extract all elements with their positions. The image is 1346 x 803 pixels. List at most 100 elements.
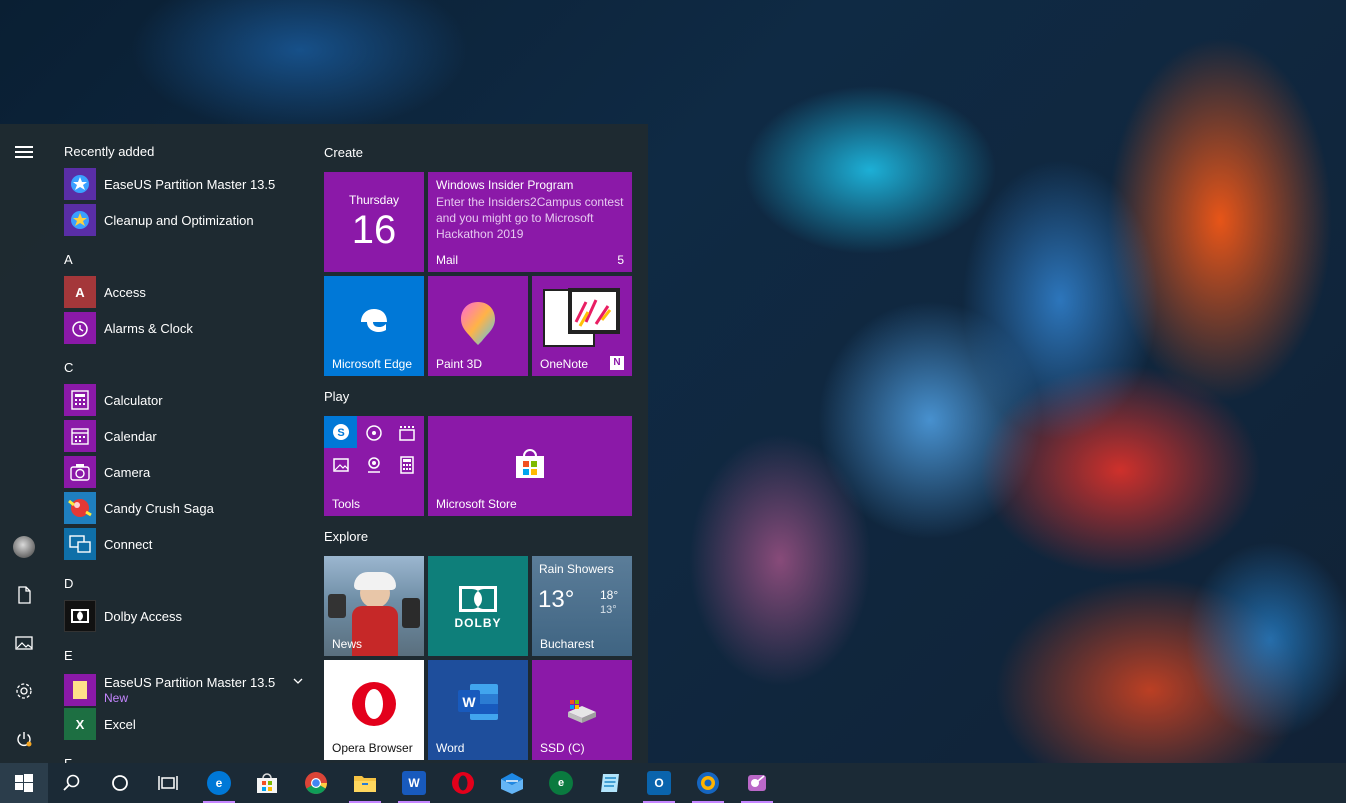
app-item-access[interactable]: A Access: [64, 275, 304, 309]
tile-label: Mail: [436, 253, 459, 267]
onenote-tile[interactable]: OneNote N: [532, 276, 632, 376]
snip-icon: [748, 775, 766, 791]
taskbar-snipping[interactable]: [733, 763, 781, 803]
cortana-button[interactable]: [96, 763, 144, 803]
onenote-preview-icon: [543, 288, 620, 347]
groove-icon: [366, 425, 382, 441]
tools-tile[interactable]: S Tools: [324, 416, 424, 516]
section-letter-e[interactable]: E: [64, 648, 73, 663]
mail-count-badge: 5: [617, 253, 624, 267]
dolby-tile[interactable]: DOLBY: [428, 556, 528, 656]
group-title-create[interactable]: Create: [324, 145, 363, 160]
taskbar-store[interactable]: [243, 763, 291, 803]
expand-menu-button[interactable]: [0, 130, 48, 174]
paint3d-icon: [461, 302, 495, 345]
calendar-tile[interactable]: Thursday 16: [324, 172, 424, 272]
mail-tile[interactable]: Windows Insider Program Enter the Inside…: [428, 172, 632, 272]
opera-icon: [352, 682, 396, 726]
section-letter-d[interactable]: D: [64, 576, 73, 591]
app-label: EaseUS Partition Master 13.5: [104, 675, 276, 690]
group-title-play[interactable]: Play: [324, 389, 349, 404]
gear-icon: [16, 683, 32, 699]
task-view-icon: [158, 776, 178, 790]
word-tile[interactable]: W Word: [428, 660, 528, 760]
taskbar-edge[interactable]: e: [195, 763, 243, 803]
taskbar-file-explorer[interactable]: [341, 763, 389, 803]
user-account-button[interactable]: [0, 525, 48, 569]
chevron-down-icon[interactable]: [292, 677, 304, 685]
app-item-connect[interactable]: Connect: [64, 527, 304, 561]
word-icon: W: [402, 771, 426, 795]
recently-added-header: Recently added: [64, 144, 155, 159]
app-item-excel[interactable]: X Excel: [64, 707, 304, 741]
folder-icon: [64, 674, 96, 706]
tile-label: News: [332, 637, 363, 651]
power-button[interactable]: [0, 717, 48, 761]
app-item-candy-crush[interactable]: Candy Crush Saga: [64, 491, 304, 525]
store-bag-icon: [516, 449, 544, 478]
app-item-easeus-folder[interactable]: EaseUS Partition Master 13.5 New: [64, 671, 304, 709]
app-item-easeus-recent[interactable]: EaseUS Partition Master 13.5: [64, 167, 304, 201]
tile-label: Word: [436, 741, 465, 755]
pictures-icon: [15, 636, 33, 650]
taskbar-edge-dev[interactable]: e: [537, 763, 585, 803]
section-letter-f[interactable]: F: [64, 756, 72, 763]
start-button[interactable]: [0, 763, 48, 803]
dolby-logo-icon: [459, 586, 497, 612]
news-photo-hair: [354, 572, 396, 590]
app-list[interactable]: Recently added EaseUS Partition Master 1…: [48, 124, 312, 763]
svg-text:W: W: [462, 694, 476, 710]
taskbar-opera[interactable]: [439, 763, 487, 803]
task-view-button[interactable]: [144, 763, 192, 803]
start-menu: Recently added EaseUS Partition Master 1…: [0, 124, 648, 763]
app-label: Calculator: [104, 392, 163, 408]
app-label: Dolby Access: [104, 608, 183, 624]
taskbar-notes[interactable]: [586, 763, 634, 803]
app-label: Alarms & Clock: [104, 320, 193, 336]
taskbar-mail-app[interactable]: [488, 763, 536, 803]
taskbar-outlook[interactable]: O: [635, 763, 683, 803]
taskbar: e W e O: [0, 763, 1346, 803]
edge-dev-icon: e: [549, 771, 573, 795]
app-item-dolby-access[interactable]: Dolby Access: [64, 599, 304, 633]
settings-button[interactable]: [0, 669, 48, 713]
tile-label: Bucharest: [540, 637, 595, 651]
edge-tile[interactable]: Microsoft Edge: [324, 276, 424, 376]
app-item-alarms[interactable]: Alarms & Clock: [64, 311, 304, 345]
tile-label: Opera Browser: [332, 741, 413, 755]
app-item-cleanup[interactable]: Cleanup and Optimization: [64, 203, 304, 237]
folder-icon: [354, 776, 376, 792]
calculator-icon: [64, 384, 96, 416]
search-button[interactable]: [48, 763, 96, 803]
tile-label: Tools: [332, 497, 361, 511]
tile-label: Microsoft Store: [436, 497, 517, 511]
news-photo-mic: [402, 598, 420, 628]
opera-tile[interactable]: Opera Browser: [324, 660, 424, 760]
taskbar-cam-app[interactable]: [684, 763, 732, 803]
candy-crush-icon: [64, 492, 96, 524]
paint3d-tile[interactable]: Paint 3D: [428, 276, 528, 376]
dolby-wordmark: DOLBY: [454, 616, 502, 630]
store-bag-icon: [257, 773, 277, 793]
taskbar-word[interactable]: W: [390, 763, 438, 803]
taskbar-chrome[interactable]: [292, 763, 340, 803]
svg-text:S: S: [337, 427, 344, 439]
store-tile[interactable]: Microsoft Store: [428, 416, 632, 516]
weather-tile[interactable]: Rain Showers 13° 18° 13° Bucharest: [532, 556, 632, 656]
inbox-tray-icon: [501, 773, 523, 794]
power-icon: [17, 732, 32, 747]
word-icon: W: [458, 684, 498, 720]
weather-high: 18°: [600, 588, 619, 602]
new-badge: New: [104, 691, 129, 705]
mail-title: Windows Insider Program: [436, 178, 574, 192]
app-item-calendar[interactable]: Calendar: [64, 419, 304, 453]
pictures-button[interactable]: [0, 621, 48, 665]
app-item-camera[interactable]: Camera: [64, 455, 304, 489]
app-item-calculator[interactable]: Calculator: [64, 383, 304, 417]
section-letter-a[interactable]: A: [64, 252, 73, 267]
section-letter-c[interactable]: C: [64, 360, 73, 375]
news-tile[interactable]: News: [324, 556, 424, 656]
ssd-tile[interactable]: SSD (C): [532, 660, 632, 760]
group-title-explore[interactable]: Explore: [324, 529, 368, 544]
documents-button[interactable]: [0, 573, 48, 617]
